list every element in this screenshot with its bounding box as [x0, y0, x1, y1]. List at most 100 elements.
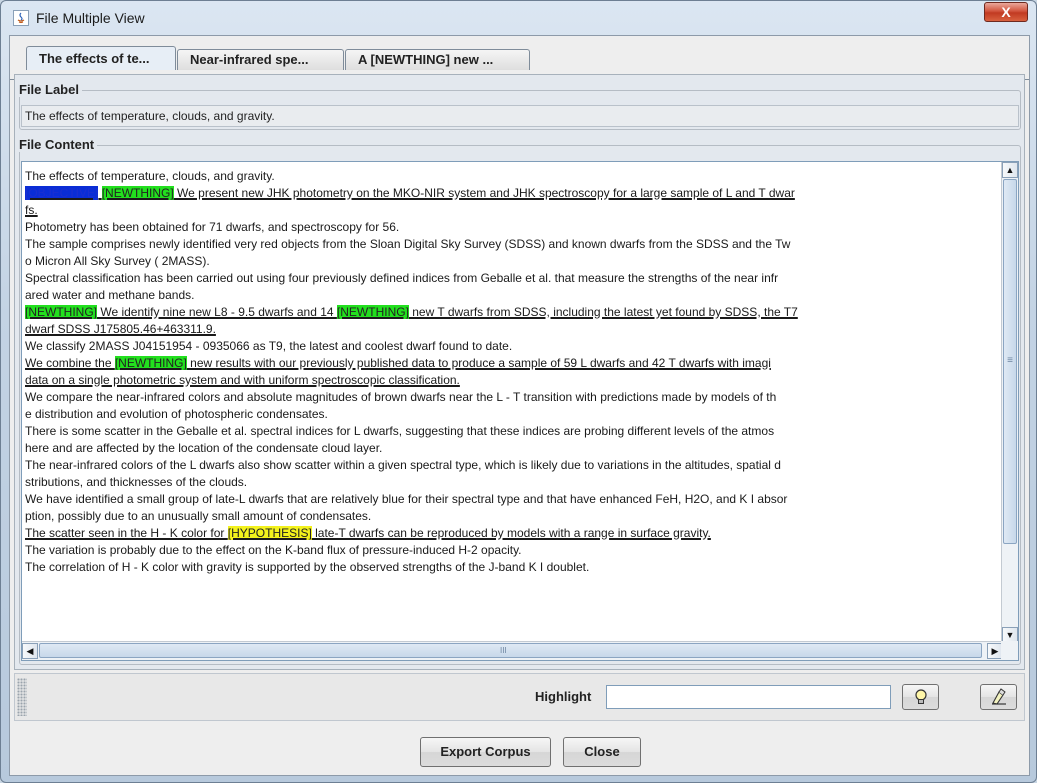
content-text: new results with our previously publishe…	[186, 356, 771, 370]
content-text: There is some scatter in the Geballe et …	[25, 424, 775, 438]
content-line: Photometry has been obtained for 71 dwar…	[25, 219, 1003, 236]
content-text: The variation is probably due to the eff…	[25, 543, 522, 557]
arrow-left-icon: ◀	[26, 646, 34, 656]
content-line: The scatter seen in the H - K color for …	[25, 525, 1003, 542]
content-line: There is some scatter in the Geballe et …	[25, 423, 1003, 440]
highlight-brush-button[interactable]	[980, 684, 1017, 710]
export-corpus-button[interactable]: Export Corpus	[420, 737, 551, 767]
content-line: Spectral classification has been carried…	[25, 270, 1003, 287]
tab-label: A [NEWTHING] new ...	[358, 52, 494, 67]
content-line: The effects of temperature, clouds, and …	[25, 168, 1003, 185]
content-line: stributions, and thicknesses of the clou…	[25, 474, 1003, 491]
content-text: Spectral classification has been carried…	[25, 271, 779, 285]
tab-label: Near-infrared spe...	[190, 52, 309, 67]
content-line: e distribution and evolution of photosph…	[25, 406, 1003, 423]
content-text: The near-infrared colors of the L dwarfs…	[25, 458, 781, 472]
tab-the-effects[interactable]: The effects of te...	[26, 46, 176, 70]
annotation-tag-yellow: [HYPOTHESIS]	[227, 526, 312, 540]
content-text: The correlation of H - K color with grav…	[25, 560, 590, 574]
arrow-down-icon: ▼	[1005, 630, 1015, 640]
dialog-button-bar: Export Corpus Close	[10, 729, 1029, 775]
annotation-tag-green: [NEWTHING]	[114, 356, 187, 370]
content-text: here and are affected by the location of…	[25, 441, 383, 455]
content-line: ption, possibly due to an unusually smal…	[25, 508, 1003, 525]
highlight-bulb-button[interactable]	[902, 684, 939, 710]
close-button[interactable]: Close	[563, 737, 641, 767]
close-icon: X	[1001, 4, 1011, 20]
tab-newthing[interactable]: A [NEWTHING] new ...	[345, 49, 530, 70]
content-text: late-T dwarfs can be reproduced by model…	[311, 526, 711, 540]
file-label-title: File Label	[19, 82, 82, 97]
content-line: [NEWTHING] We identify nine new L8 - 9.5…	[25, 304, 1003, 321]
java-app-icon	[13, 10, 29, 26]
content-line: We combine the [NEWTHING] new results wi…	[25, 355, 1003, 372]
file-label-field[interactable]: The effects of temperature, clouds, and …	[21, 105, 1019, 127]
highlight-input[interactable]	[606, 685, 891, 709]
content-text: We compare the near-infrared colors and …	[25, 390, 777, 404]
content-line: The sample comprises newly identified ve…	[25, 236, 1003, 253]
title-bar[interactable]: File Multiple View X	[1, 1, 1036, 35]
content-text: We have identified a small group of late…	[25, 492, 788, 506]
horizontal-scrollbar[interactable]: ◀ III ▶	[22, 641, 1003, 660]
vertical-scrollbar[interactable]: ▲ ≡ ▼	[1001, 162, 1018, 643]
content-text: new T dwarfs from SDSS, including the la…	[408, 305, 798, 319]
file-label-group: File Label The effects of temperature, c…	[19, 82, 1021, 130]
window-client-area: The effects of te... Near-infrared spe..…	[9, 35, 1030, 776]
content-line: fs.	[25, 202, 1003, 219]
content-text: data on a single photometric system and …	[25, 373, 460, 387]
content-line: [OBJECTIVE] [NEWTHING] We present new JH…	[25, 185, 1003, 202]
content-line: We have identified a small group of late…	[25, 491, 1003, 508]
content-text: stributions, and thicknesses of the clou…	[25, 475, 248, 489]
content-text: The scatter seen in the H - K color for	[25, 526, 228, 540]
tab-near-infrared[interactable]: Near-infrared spe...	[177, 49, 344, 70]
content-text: We present new JHK photometry on the MKO…	[173, 186, 795, 200]
content-text: We classify 2MASS J04151954 - 0935066 as…	[25, 339, 513, 353]
file-content-title: File Content	[19, 137, 98, 152]
content-line: The correlation of H - K color with grav…	[25, 559, 1003, 576]
content-text: o Micron All Sky Survey ( 2MASS).	[25, 254, 210, 268]
grip-icon: ≡	[1007, 355, 1013, 366]
content-text: We combine the	[25, 356, 115, 370]
arrow-up-icon: ▲	[1005, 165, 1015, 175]
content-text: The effects of temperature, clouds, and …	[25, 169, 275, 183]
content-line: We classify 2MASS J04151954 - 0935066 as…	[25, 338, 1003, 355]
content-text: fs.	[25, 203, 38, 217]
content-line: The variation is probably due to the eff…	[25, 542, 1003, 559]
content-text: ption, possibly due to an unusually smal…	[25, 509, 372, 523]
content-line: We compare the near-infrared colors and …	[25, 389, 1003, 406]
file-multiple-view-window: File Multiple View X The effects of te..…	[0, 0, 1037, 783]
content-line: data on a single photometric system and …	[25, 372, 1003, 389]
scroll-left-button[interactable]: ◀	[22, 643, 38, 659]
content-text: Photometry has been obtained for 71 dwar…	[25, 220, 400, 234]
tab-label: The effects of te...	[39, 51, 150, 66]
annotation-tag-green: [NEWTHING]	[101, 186, 174, 200]
window-title: File Multiple View	[36, 10, 145, 26]
content-line: dwarf SDSS J175805.46+463311.9.	[25, 321, 1003, 338]
file-content-textarea[interactable]: The effects of temperature, clouds, and …	[21, 161, 1019, 661]
file-content-group: File Content The effects of temperature,…	[19, 137, 1021, 665]
content-text: ared water and methane bands.	[25, 288, 195, 302]
grip-icon: III	[500, 646, 507, 655]
arrow-right-icon: ▶	[991, 646, 999, 656]
content-line: o Micron All Sky Survey ( 2MASS).	[25, 253, 1003, 270]
tab-content-panel: File Label The effects of temperature, c…	[14, 74, 1025, 670]
content-text: We identify nine new L8 - 9.5 dwarfs and…	[97, 305, 337, 319]
window-close-button[interactable]: X	[984, 2, 1028, 22]
scroll-up-button[interactable]: ▲	[1002, 162, 1018, 178]
toolbar-grip-icon[interactable]	[17, 678, 27, 716]
content-line: here and are affected by the location of…	[25, 440, 1003, 457]
lightbulb-icon	[914, 689, 927, 704]
highlight-label: Highlight	[535, 689, 592, 704]
scrollbar-corner	[1001, 641, 1018, 660]
tab-bar: The effects of te... Near-infrared spe..…	[10, 46, 1029, 80]
highlight-toolbar: Highlight	[14, 673, 1025, 721]
content-line: ared water and methane bands.	[25, 287, 1003, 304]
annotation-tag-green: [NEWTHING]	[336, 305, 409, 319]
horizontal-scroll-thumb[interactable]: III	[39, 643, 982, 658]
annotation-tag-blue: [OBJECTIVE]	[25, 186, 99, 200]
content-text: e distribution and evolution of photosph…	[25, 407, 328, 421]
highlighter-icon	[991, 688, 1006, 705]
vertical-scroll-thumb[interactable]: ≡	[1003, 179, 1017, 544]
content-text: dwarf SDSS J175805.46+463311.9.	[25, 322, 216, 336]
file-content-text[interactable]: The effects of temperature, clouds, and …	[25, 168, 1003, 634]
